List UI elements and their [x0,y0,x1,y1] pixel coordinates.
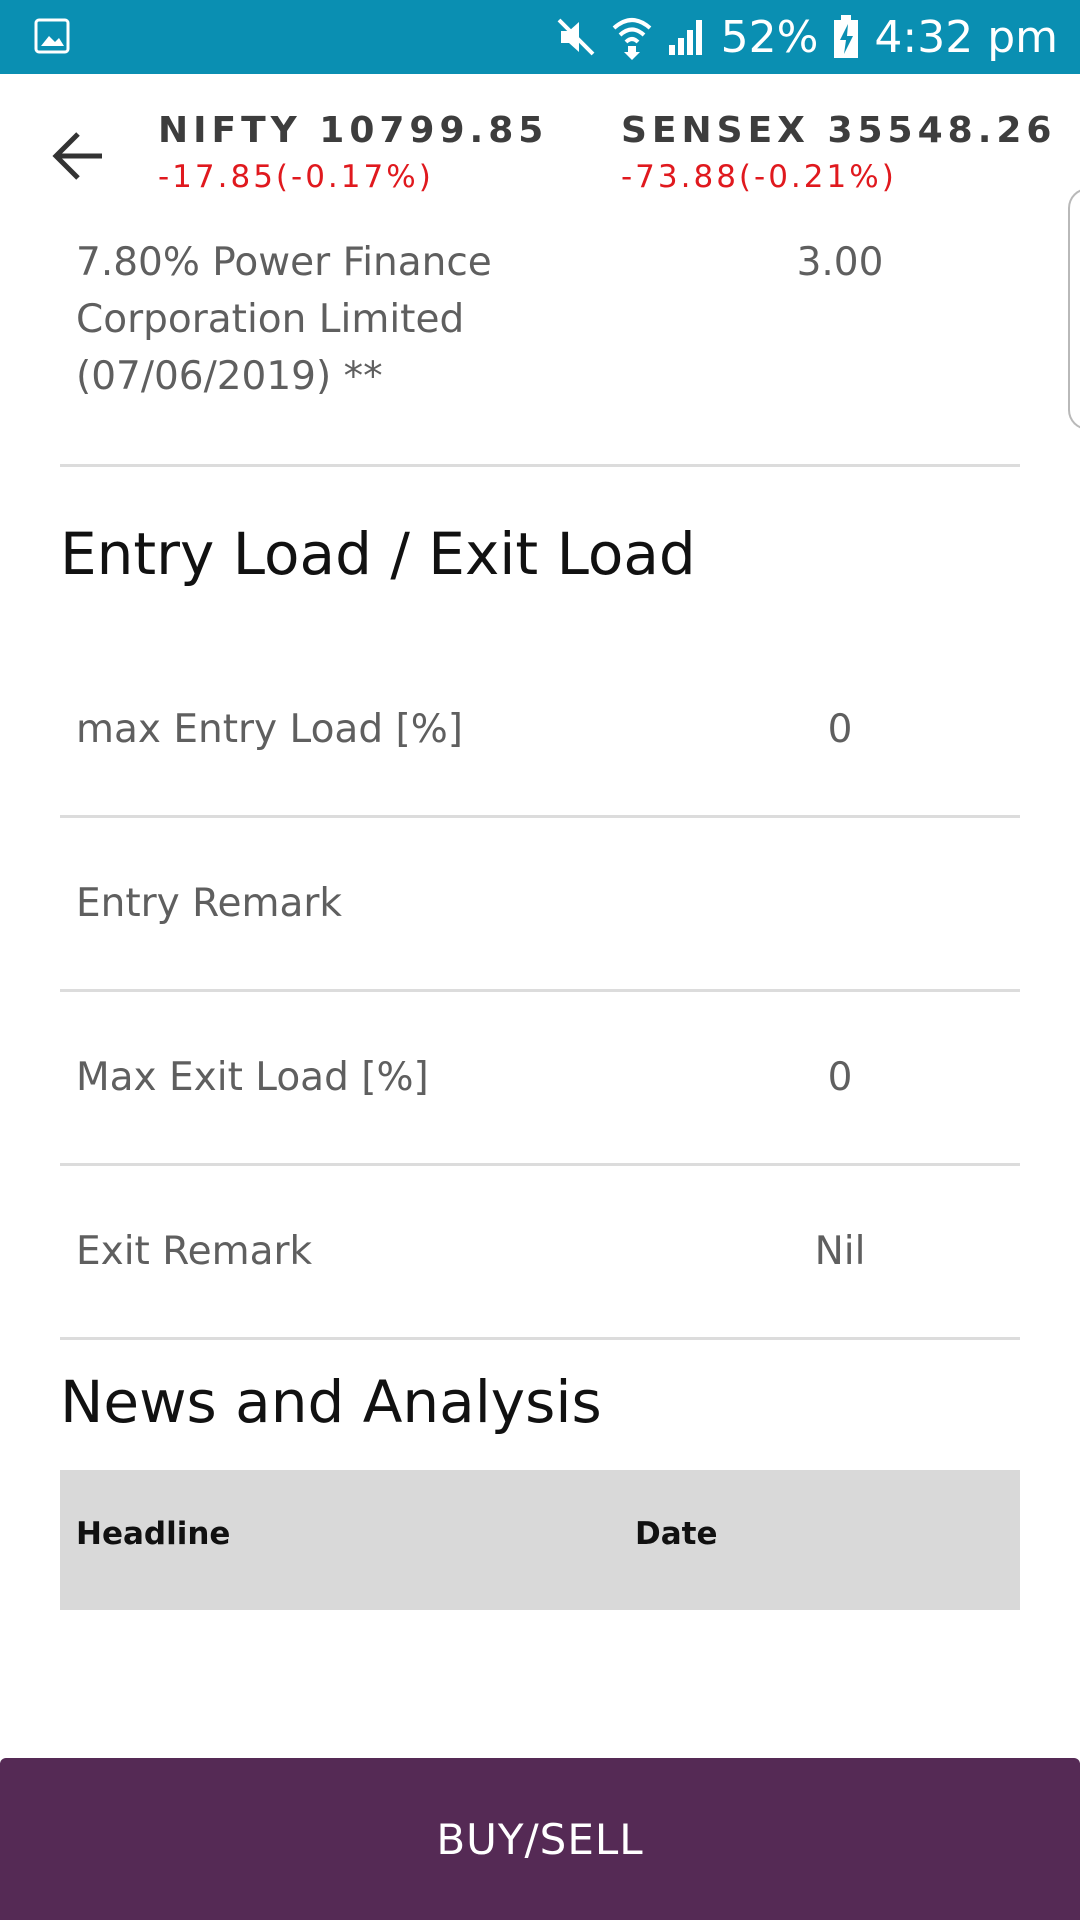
max-exit-load-row: Max Exit Load [%] 0 [60,992,1020,1166]
row-label: max Entry Load [%] [76,707,463,752]
sensex-ticker[interactable]: SENSEX 35548.26 -73.88(-0.21%) [621,110,1056,195]
nifty-index: NIFTY 10799.85 [158,110,549,151]
row-label: Entry Remark [76,881,343,926]
row-value: 0 [827,1055,853,1100]
row-label: Max Exit Load [%] [76,1055,429,1100]
market-header: NIFTY 10799.85 -17.85(-0.17%) SENSEX 355… [0,74,1080,234]
sensex-change: -73.88(-0.21%) [621,159,897,195]
max-entry-load-row: max Entry Load [%] 0 [60,644,1020,818]
holding-row: 7.80% Power Finance Corporation Limited … [60,234,1020,467]
holding-name: 7.80% Power Finance Corporation Limited … [76,240,492,399]
date-column-header: Date [635,1516,718,1552]
status-bar: 52% 4:32 pm [0,0,1080,74]
signal-icon [668,20,702,55]
status-time: 4:32 pm [874,11,1058,63]
side-drawer-handle[interactable] [1068,188,1080,430]
row-label: Exit Remark [76,1229,313,1274]
news-analysis-title: News and Analysis [60,1368,602,1436]
row-value: Nil [814,1229,866,1274]
row-value: 0 [827,707,853,752]
battery-charging-icon [834,15,859,58]
battery-percent: 52% [720,11,819,63]
exit-remark-row: Exit Remark Nil [60,1166,1020,1340]
entry-remark-row: Entry Remark [60,818,1020,992]
nifty-ticker[interactable]: NIFTY 10799.85 -17.85(-0.17%) [158,110,548,195]
holding-value: 3.00 [796,240,884,285]
nifty-change: -17.85(-0.17%) [158,159,434,195]
fund-details: 7.80% Power Finance Corporation Limited … [60,234,1020,1610]
load-table: max Entry Load [%] 0 Entry Remark Max Ex… [60,644,1020,1340]
wifi-icon [612,18,651,60]
status-icons: 52% 4:32 pm [555,0,1058,74]
news-table-header: Headline Date [60,1470,1020,1610]
gallery-icon [34,18,70,54]
headline-column-header: Headline [76,1516,231,1552]
mute-icon [557,18,595,56]
entry-exit-load-title: Entry Load / Exit Load [60,520,696,588]
back-arrow-icon[interactable] [48,126,108,186]
buy-sell-button[interactable]: BUY/SELL [0,1758,1080,1920]
sensex-index: SENSEX 35548.26 [621,110,1057,151]
